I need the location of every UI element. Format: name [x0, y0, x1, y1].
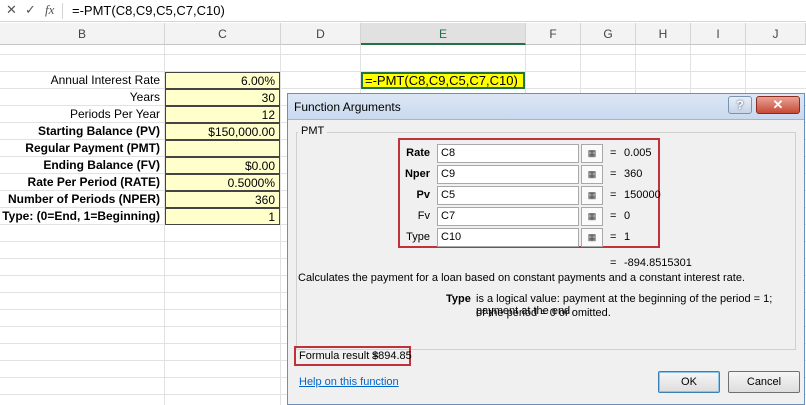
column-header-b[interactable]: B — [0, 23, 165, 45]
label-rate-per-period[interactable]: Rate Per Period (RATE) — [0, 174, 164, 191]
dialog-title-bar[interactable]: Function Arguments ? ✕ — [288, 94, 804, 120]
collapse-dialog-icon[interactable]: ▦ — [581, 207, 603, 226]
arg-row-nper: Nper C9 ▦ = 360 — [400, 165, 780, 185]
label-starting-balance[interactable]: Starting Balance (PV) — [0, 123, 164, 140]
argument-description-cont: of the period = 0 or omitted. — [476, 307, 611, 319]
argument-name: Type — [446, 293, 471, 305]
value-ending-balance[interactable]: $0.00 — [165, 157, 280, 174]
ok-button[interactable]: OK — [658, 371, 720, 393]
close-button[interactable]: ✕ — [756, 96, 800, 114]
column-header-f[interactable]: F — [526, 23, 581, 45]
function-arguments-dialog: Function Arguments ? ✕ PMT Rate C8 ▦ = 0… — [287, 93, 805, 405]
equals-sign: = — [610, 147, 617, 159]
arg-row-fv: Fv C7 ▦ = 0 — [400, 207, 780, 227]
equals-sign: = — [610, 231, 617, 243]
arg-value-type: 1 — [624, 231, 631, 243]
arg-value-pv: 150000 — [624, 189, 661, 201]
label-annual-interest-rate[interactable]: Annual Interest Rate — [0, 72, 164, 89]
help-on-function-link[interactable]: Help on this function — [299, 376, 399, 388]
collapse-dialog-icon[interactable]: ▦ — [581, 165, 603, 184]
label-years[interactable]: Years — [0, 89, 164, 106]
dialog-title: Function Arguments — [294, 100, 401, 114]
label-regular-payment[interactable]: Regular Payment (PMT) — [0, 140, 164, 157]
collapse-dialog-icon[interactable]: ▦ — [581, 228, 603, 247]
arg-row-rate: Rate C8 ▦ = 0.005 — [400, 144, 780, 164]
arg-input-pv[interactable]: C5 — [437, 186, 579, 205]
value-starting-balance[interactable]: $150,000.00 — [165, 123, 280, 140]
column-header-g[interactable]: G — [581, 23, 636, 45]
value-years[interactable]: 30 — [165, 89, 280, 106]
column-header-e[interactable]: E — [361, 23, 526, 45]
equals-sign: = — [610, 168, 617, 180]
help-button[interactable]: ? — [728, 96, 752, 114]
formula-bar: ✕ ✓ fx =-PMT(C8,C9,C5,C7,C10) — [0, 0, 806, 22]
arg-value-fv: 0 — [624, 210, 631, 222]
arg-value-rate: 0.005 — [624, 147, 652, 159]
value-regular-payment[interactable] — [165, 140, 280, 157]
value-type[interactable]: 1 — [165, 208, 280, 225]
value-annual-interest-rate[interactable]: 6.00% — [165, 72, 280, 89]
arg-row-pv: Pv C5 ▦ = 150000 — [400, 186, 780, 206]
function-description: Calculates the payment for a loan based … — [298, 272, 745, 284]
value-rate-per-period[interactable]: 0.5000% — [165, 174, 280, 191]
formula-result-value: $894.85 — [372, 350, 412, 362]
formula-result-label: Formula result = — [299, 350, 379, 362]
column-header-c[interactable]: C — [165, 23, 281, 45]
function-name: PMT — [298, 125, 328, 137]
function-result-value: -894.8515301 — [624, 257, 692, 269]
arg-label-nper: Nper — [404, 168, 430, 180]
arg-value-nper: 360 — [624, 168, 643, 180]
value-periods-per-year[interactable]: 12 — [165, 106, 280, 123]
arg-input-fv[interactable]: C7 — [437, 207, 579, 226]
equals-sign: = — [610, 210, 617, 222]
close-icon[interactable]: ✕ — [6, 2, 17, 18]
label-number-of-periods[interactable]: Number of Periods (NPER) — [0, 191, 164, 208]
equals-sign: = — [610, 189, 617, 201]
arg-label-fv: Fv — [417, 210, 430, 222]
check-icon[interactable]: ✓ — [25, 2, 36, 18]
value-number-of-periods[interactable]: 360 — [165, 191, 280, 208]
arg-label-type: Type — [406, 231, 430, 243]
equals-sign: = — [610, 257, 617, 269]
arg-input-rate[interactable]: C8 — [437, 144, 579, 163]
column-header-h[interactable]: H — [636, 23, 691, 45]
divider — [62, 3, 63, 19]
fx-icon[interactable]: fx — [45, 2, 54, 18]
column-header-j[interactable]: J — [746, 23, 806, 45]
collapse-dialog-icon[interactable]: ▦ — [581, 144, 603, 163]
collapse-dialog-icon[interactable]: ▦ — [581, 186, 603, 205]
column-header-d[interactable]: D — [281, 23, 361, 45]
formula-input[interactable]: =-PMT(C8,C9,C5,C7,C10) — [72, 3, 225, 18]
arg-row-type: Type C10 ▦ = 1 — [400, 228, 780, 248]
label-periods-per-year[interactable]: Periods Per Year — [0, 106, 164, 123]
label-type[interactable]: Type: (0=End, 1=Beginning) — [0, 208, 164, 225]
arg-label-pv: Pv — [416, 189, 430, 201]
arg-input-nper[interactable]: C9 — [437, 165, 579, 184]
arg-input-type[interactable]: C10 — [437, 228, 579, 247]
active-cell-e[interactable]: =-PMT(C8,C9,C5,C7,C10) — [361, 72, 525, 89]
label-ending-balance[interactable]: Ending Balance (FV) — [0, 157, 164, 174]
column-header-i[interactable]: I — [691, 23, 746, 45]
arg-label-rate: Rate — [406, 147, 430, 159]
cancel-button[interactable]: Cancel — [728, 371, 800, 393]
